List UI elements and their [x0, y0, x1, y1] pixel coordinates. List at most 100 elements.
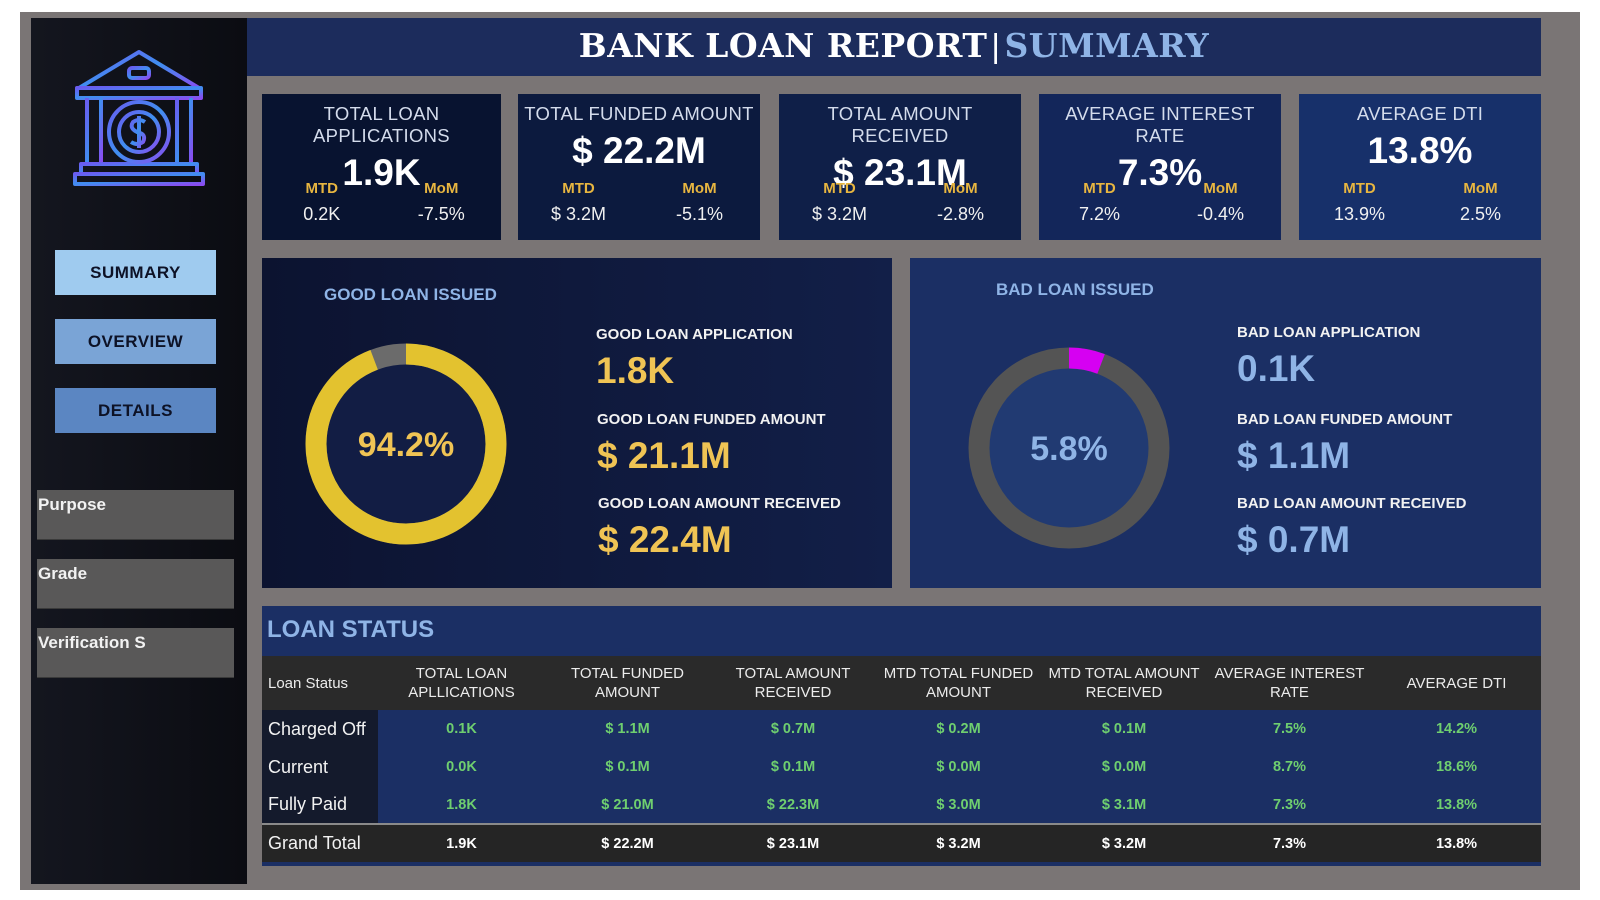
row-label: Grand Total [262, 823, 378, 862]
table-cell: $ 3.0M [936, 796, 981, 813]
title-separator: | [991, 27, 1001, 64]
filter-grade[interactable]: Grade [37, 559, 234, 609]
filter-verification[interactable]: Verification S [37, 628, 234, 678]
table-cell: 1.8K [446, 796, 477, 813]
column-header[interactable]: MTD TOTAL FUNDED AMOUNT [876, 656, 1041, 710]
table-cell: 13.8% [1372, 823, 1541, 862]
row-label: Fully Paid [262, 786, 378, 824]
table-cell: $ 0.2M [936, 721, 981, 737]
kpi-mom-label: MoM [943, 180, 978, 197]
bad-loan-application-value: 0.1K [1237, 348, 1316, 389]
kpi-mom-value: -0.4% [1196, 204, 1245, 224]
table-cell: $ 3.1M [1101, 796, 1147, 813]
bad-loan-received-value: $ 0.7M [1237, 519, 1351, 560]
bad-loan-funded-label: BAD LOAN FUNDED AMOUNT [1237, 411, 1453, 428]
column-header[interactable]: TOTAL FUNDED AMOUNT [545, 656, 710, 710]
table-cell: 7.5% [1272, 721, 1307, 737]
bad-loan-percent: 5.8% [1030, 430, 1108, 468]
table-cell: 7.3% [1272, 796, 1307, 813]
kpi-value: $ 22.2M [572, 130, 706, 171]
good-loan-application-value: 1.8K [596, 350, 675, 391]
table-cell: $ 0.0M [1101, 759, 1147, 775]
table-cell: $ 0.0M [936, 759, 981, 775]
grand-total-row[interactable]: Grand Total 1.9K $ 22.2M $ 23.1M $ 3.2M … [262, 823, 1541, 862]
bad-loan-received-label: BAD LOAN AMOUNT RECEIVED [1237, 495, 1467, 512]
good-loan-application-label: GOOD LOAN APPLICATION [596, 326, 793, 343]
table-cell: $ 0.7M [770, 721, 816, 737]
column-header[interactable]: Loan Status [262, 656, 378, 710]
kpi-title: AVERAGE INTEREST RATE [1065, 103, 1255, 146]
kpi-mom-value: -5.1% [675, 204, 724, 224]
bad-loan-donut: 5.8% [968, 347, 1170, 549]
table-cell: 0.0K [446, 759, 477, 775]
column-header[interactable]: AVERAGE DTI [1372, 656, 1541, 710]
kpi-mtd-label: MTD [562, 180, 595, 197]
table-row[interactable]: Charged Off 0.1K $ 1.1M $ 0.7M $ 0.2M $ … [262, 710, 1541, 748]
kpi-mom-value: -7.5% [417, 204, 465, 224]
table-cell: $ 0.1M [605, 759, 650, 775]
loan-status-table: Loan Status TOTAL LOAN APLLICATIONS TOTA… [262, 656, 1541, 862]
sidebar: SUMMARY OVERVIEW DETAILS Purpose Grade V… [31, 18, 247, 884]
kpi-value: 13.8% [1367, 130, 1473, 171]
bad-loan-funded-value: $ 1.1M [1237, 435, 1351, 476]
kpi-title: TOTAL FUNDED AMOUNT [524, 103, 754, 124]
kpi-total-funded-amount: TOTAL FUNDED AMOUNT $ 22.2M MTD $ 3.2M Mo… [518, 94, 760, 240]
column-header[interactable]: MTD TOTAL AMOUNT RECEIVED [1041, 656, 1207, 710]
table-cell: 18.6% [1435, 759, 1478, 775]
table-cell: 13.8% [1435, 796, 1478, 813]
kpi-average-interest-rate: AVERAGE INTEREST RATE 7.3% MTD 7.2% MoM -0… [1039, 94, 1281, 240]
table-row[interactable]: Current 0.0K $ 0.1M $ 0.1M $ 0.0M $ 0.0M… [262, 748, 1541, 786]
column-header[interactable]: TOTAL LOAN APLLICATIONS [378, 656, 545, 710]
title-bar: BANK LOAN REPORT | SUMMARY [247, 18, 1541, 76]
title-section: SUMMARY [1004, 26, 1210, 65]
filter-purpose[interactable]: Purpose [37, 490, 234, 540]
kpi-mom-label: MoM [424, 180, 459, 197]
good-loan-percent: 94.2% [358, 426, 454, 464]
loan-status-panel: LOAN STATUS Loan Status TOTAL LOAN APLLI… [262, 606, 1541, 866]
table-cell: 7.3% [1207, 823, 1372, 862]
kpi-mom-label: MoM [1463, 180, 1498, 197]
table-row[interactable]: Fully Paid 1.8K $ 21.0M $ 22.3M $ 3.0M $… [262, 786, 1541, 824]
good-loan-title: GOOD LOAN ISSUED [324, 285, 497, 304]
table-cell: 1.9K [378, 823, 545, 862]
kpi-mom-value: 2.5% [1459, 204, 1502, 224]
nav-details-button[interactable]: DETAILS [55, 388, 216, 433]
kpi-mtd-label: MTD [823, 180, 856, 197]
good-loan-received-label: GOOD LOAN AMOUNT RECEIVED [598, 495, 841, 512]
title-main: BANK LOAN REPORT [578, 26, 988, 65]
kpi-mtd-value: $ 3.2M [550, 204, 607, 224]
nav-summary-button[interactable]: SUMMARY [55, 250, 216, 295]
kpi-mom-label: MoM [682, 180, 717, 197]
kpi-mtd-value: 7.2% [1078, 204, 1121, 224]
bank-icon [73, 50, 205, 186]
kpi-mtd-label: MTD [305, 180, 339, 197]
table-cell: $ 1.1M [605, 721, 650, 737]
table-cell: $ 21.0M [601, 796, 654, 813]
good-loan-panel: GOOD LOAN ISSUED 94.2% GOOD LOAN APPLICA… [262, 258, 892, 588]
bad-loan-title: BAD LOAN ISSUED [996, 280, 1154, 299]
row-label: Charged Off [262, 710, 378, 748]
kpi-mtd-value: 13.9% [1333, 204, 1386, 224]
good-loan-received-value: $ 22.4M [598, 519, 732, 560]
nav-overview-button[interactable]: OVERVIEW [55, 319, 216, 364]
good-loan-donut: 94.2% [305, 343, 507, 545]
kpi-mtd-value: $ 3.2M [811, 204, 868, 224]
column-header[interactable]: AVERAGE INTEREST RATE [1207, 656, 1372, 710]
kpi-average-dti: AVERAGE DTI 13.8% MTD 13.9% MoM 2.5% [1299, 94, 1541, 240]
table-cell: $ 22.2M [545, 823, 710, 862]
column-header[interactable]: TOTAL AMOUNT RECEIVED [710, 656, 876, 710]
table-cell: $ 0.1M [1101, 721, 1147, 737]
table-cell: $ 0.1M [770, 759, 816, 775]
table-cell: 8.7% [1272, 759, 1307, 775]
kpi-mom-label: MoM [1203, 180, 1238, 197]
kpi-title: TOTAL LOAN APPLICATIONS [313, 103, 450, 146]
kpi-mom-value: -2.8% [936, 204, 985, 224]
good-loan-funded-value: $ 21.1M [597, 435, 731, 476]
table-cell: $ 23.1M [710, 823, 876, 862]
kpi-total-loan-applications: TOTAL LOAN APPLICATIONS 1.9K MTD 0.2K MoM… [262, 94, 501, 240]
table-cell: $ 3.2M [1041, 823, 1207, 862]
table-cell: $ 3.2M [876, 823, 1041, 862]
table-header-row: Loan Status TOTAL LOAN APLLICATIONS TOTA… [262, 656, 1541, 710]
kpi-title: AVERAGE DTI [1356, 103, 1484, 124]
page-title: BANK LOAN REPORT | SUMMARY [247, 26, 1541, 65]
